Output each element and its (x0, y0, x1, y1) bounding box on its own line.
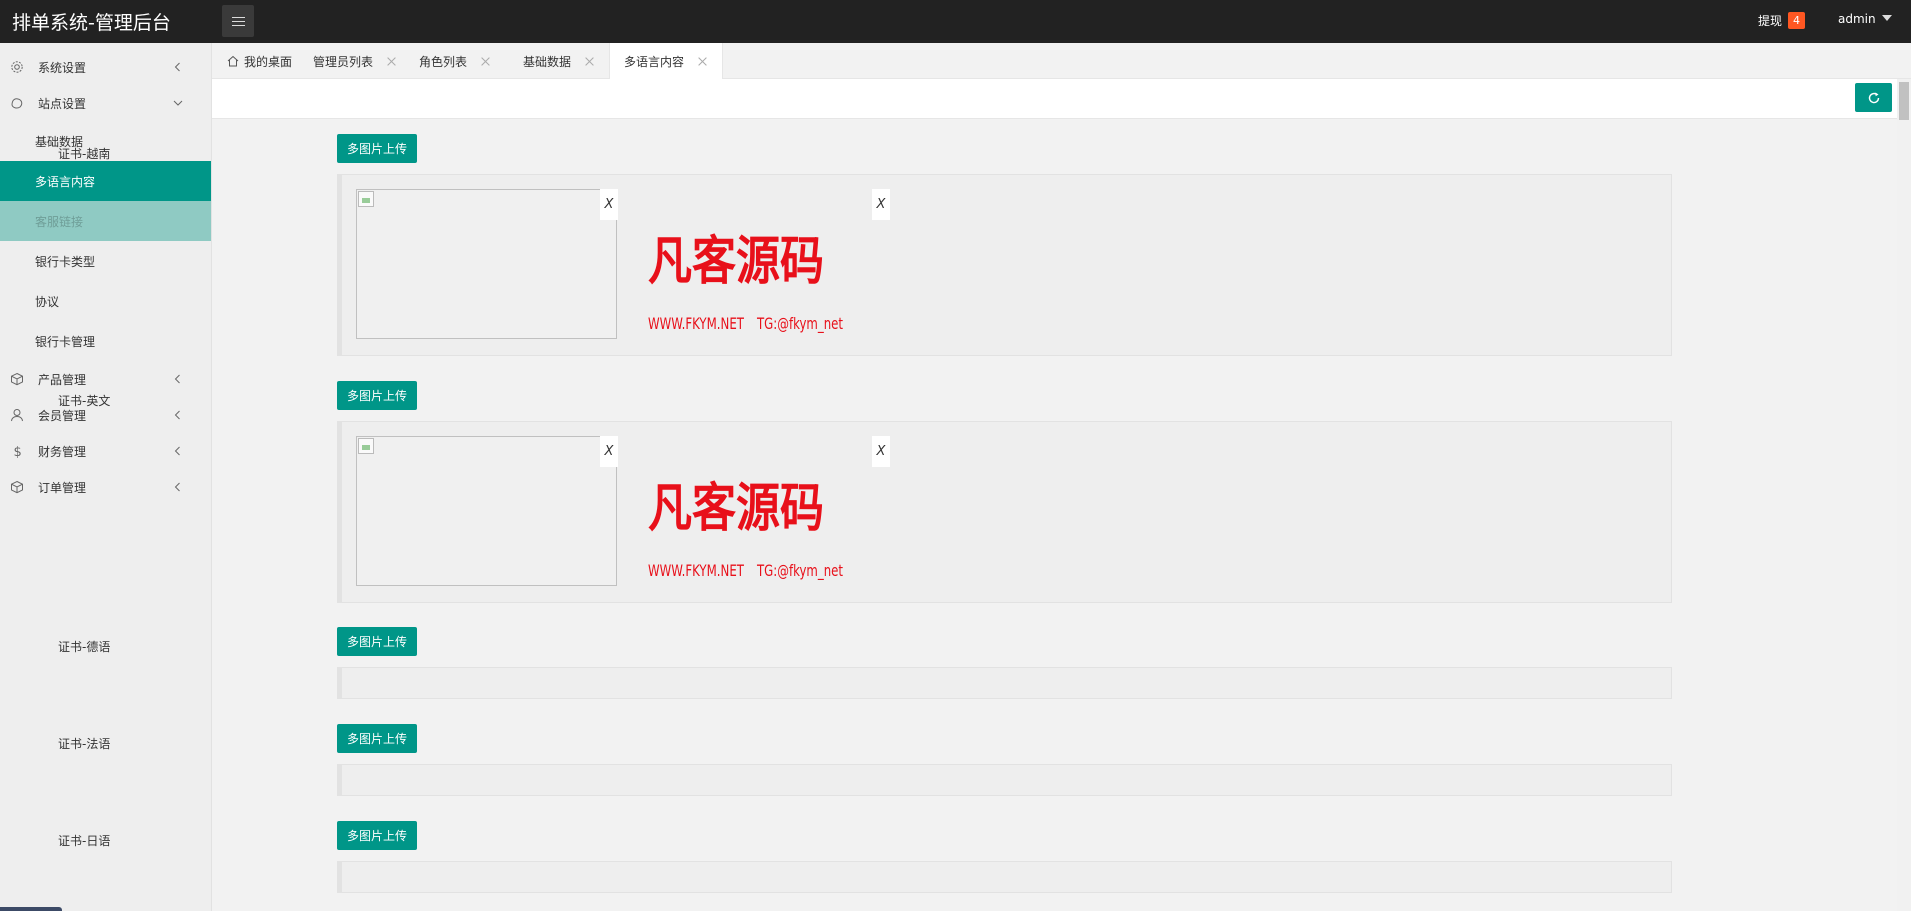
sidebar-subitem-bank-card-type[interactable]: 银行卡类型 (0, 241, 211, 281)
row-label-german: 证书-德语 (58, 640, 111, 654)
chevron-left-icon (174, 410, 180, 420)
tab-admin-list[interactable]: 管理员列表 (301, 43, 405, 79)
content-toolbar (212, 79, 1897, 119)
tab-label: 基础数据 (523, 54, 572, 69)
sidebar-subitem-bank-card-manage[interactable]: 银行卡管理 (0, 321, 211, 361)
withdraw-label: 提现 (1758, 14, 1783, 28)
chevron-left-icon (174, 374, 180, 384)
sidebar-subitem-multilang[interactable]: 多语言内容 (0, 161, 211, 201)
tab-multilang[interactable]: 多语言内容 (609, 43, 723, 79)
delete-image-button[interactable]: X (872, 436, 890, 467)
sidebar-subitem-label: 多语言内容 (35, 174, 96, 189)
broken-image-icon (358, 191, 374, 207)
row-label-vietnam: 证书-越南 (58, 147, 111, 161)
gear-icon (11, 61, 23, 73)
user-icon (11, 409, 23, 422)
watermark-title: 凡客源码 (648, 232, 824, 292)
withdraw-count-badge: 4 (1788, 12, 1806, 29)
chevron-left-icon (174, 446, 180, 456)
broken-image (356, 189, 617, 339)
image-list-vietnam: X 凡客源码 WWW.FKYM.NET TG:@fkym_net X (337, 174, 1672, 356)
close-icon[interactable] (585, 57, 594, 66)
refresh-button[interactable] (1855, 83, 1892, 112)
delete-image-button[interactable]: X (600, 189, 618, 220)
sidebar-item-label: 订单管理 (38, 480, 87, 495)
box-icon (11, 372, 23, 386)
upload-button-vietnam[interactable]: 多图片上传 (337, 134, 417, 163)
sidebar-item-label: 产品管理 (38, 372, 87, 387)
delete-image-button[interactable]: X (872, 189, 890, 220)
delete-image-button[interactable]: X (600, 436, 618, 467)
sidebar-subitem-label: 银行卡类型 (35, 254, 96, 269)
home-icon (227, 55, 239, 67)
sidebar-footer-strip (0, 907, 62, 911)
sidebar-item-label: 会员管理 (38, 408, 87, 423)
tab-bar: 我的桌面 管理员列表 角色列表 基础数据 多语言内容 (212, 43, 1911, 79)
hamburger-icon (231, 16, 245, 27)
close-icon[interactable] (387, 57, 396, 66)
scrollbar-thumb[interactable] (1899, 82, 1909, 120)
menu-toggle-button[interactable] (222, 5, 254, 37)
chevron-down-icon (173, 100, 183, 106)
sidebar-subitem-label: 银行卡管理 (35, 334, 96, 349)
upload-button-japanese[interactable]: 多图片上传 (337, 821, 417, 850)
top-header: 排单系统-管理后台 提现 4 admin (0, 0, 1911, 43)
scrollbar-track[interactable] (1897, 79, 1911, 911)
row-label-english: 证书-英文 (58, 394, 111, 408)
watermark-tg: TG:@fkym_net (756, 561, 843, 581)
row-label-french: 证书-法语 (58, 737, 111, 751)
watermark-tg: TG:@fkym_net (756, 314, 843, 334)
user-name: admin (1838, 12, 1876, 26)
sidebar-subitem-label: 协议 (35, 294, 60, 309)
chevron-left-icon (174, 482, 180, 492)
tab-label: 角色列表 (419, 54, 468, 69)
sidebar-item-finance[interactable]: $ 财务管理 (0, 433, 211, 469)
tab-label: 管理员列表 (313, 54, 374, 69)
upload-button-french[interactable]: 多图片上传 (337, 724, 417, 753)
image-list-german (337, 667, 1672, 699)
sidebar-subitem-agreement[interactable]: 协议 (0, 281, 211, 321)
tab-label: 我的桌面 (244, 54, 293, 69)
dollar-icon: $ (14, 445, 22, 458)
watermark-site: WWW.FKYM.NET (648, 314, 744, 333)
watermark-image: 凡客源码 WWW.FKYM.NET TG:@fkym_net (648, 232, 843, 334)
broken-image-icon (358, 438, 374, 454)
upload-button-german[interactable]: 多图片上传 (337, 627, 417, 656)
close-icon[interactable] (698, 57, 707, 66)
watermark-site: WWW.FKYM.NET (648, 561, 744, 580)
watermark-title: 凡客源码 (648, 479, 824, 539)
image-list-english: X 凡客源码 WWW.FKYM.NET TG:@fkym_net X (337, 421, 1672, 603)
image-list-french (337, 764, 1672, 796)
sidebar-item-site-settings[interactable]: 站点设置 (0, 85, 211, 121)
withdraw-link[interactable]: 提现 4 (1758, 12, 1806, 29)
tab-basic-data[interactable]: 基础数据 (508, 43, 609, 79)
watermark-image: 凡客源码 WWW.FKYM.NET TG:@fkym_net (648, 479, 843, 581)
svg-text:$: $ (14, 445, 22, 458)
tab-my-desktop[interactable]: 我的桌面 (212, 43, 301, 79)
tab-label: 多语言内容 (624, 54, 685, 69)
sidebar-item-label: 系统设置 (38, 60, 87, 75)
user-menu[interactable]: admin (1838, 12, 1892, 26)
box-icon (11, 480, 23, 494)
refresh-icon (1868, 92, 1879, 103)
close-icon[interactable] (481, 57, 490, 66)
sidebar: 系统设置 站点设置 基础数据 多语言内容 客服链接 银行卡类型 协议 银行卡管理… (0, 43, 212, 911)
caret-down-icon (1881, 15, 1892, 21)
tab-role-list[interactable]: 角色列表 (405, 43, 508, 79)
row-label-japanese: 证书-日语 (58, 834, 111, 848)
site-icon (11, 98, 23, 109)
sidebar-item-orders[interactable]: 订单管理 (0, 469, 211, 505)
chevron-left-icon (174, 62, 180, 72)
upload-button-english[interactable]: 多图片上传 (337, 381, 417, 410)
sidebar-subitem-service-link[interactable]: 客服链接 (0, 201, 211, 241)
app-title: 排单系统-管理后台 (12, 12, 171, 34)
sidebar-subitem-label: 客服链接 (35, 214, 84, 229)
image-list-japanese (337, 861, 1672, 893)
sidebar-item-label: 站点设置 (38, 96, 87, 111)
sidebar-item-system-settings[interactable]: 系统设置 (0, 49, 211, 85)
broken-image (356, 436, 617, 586)
sidebar-item-label: 财务管理 (38, 444, 87, 459)
